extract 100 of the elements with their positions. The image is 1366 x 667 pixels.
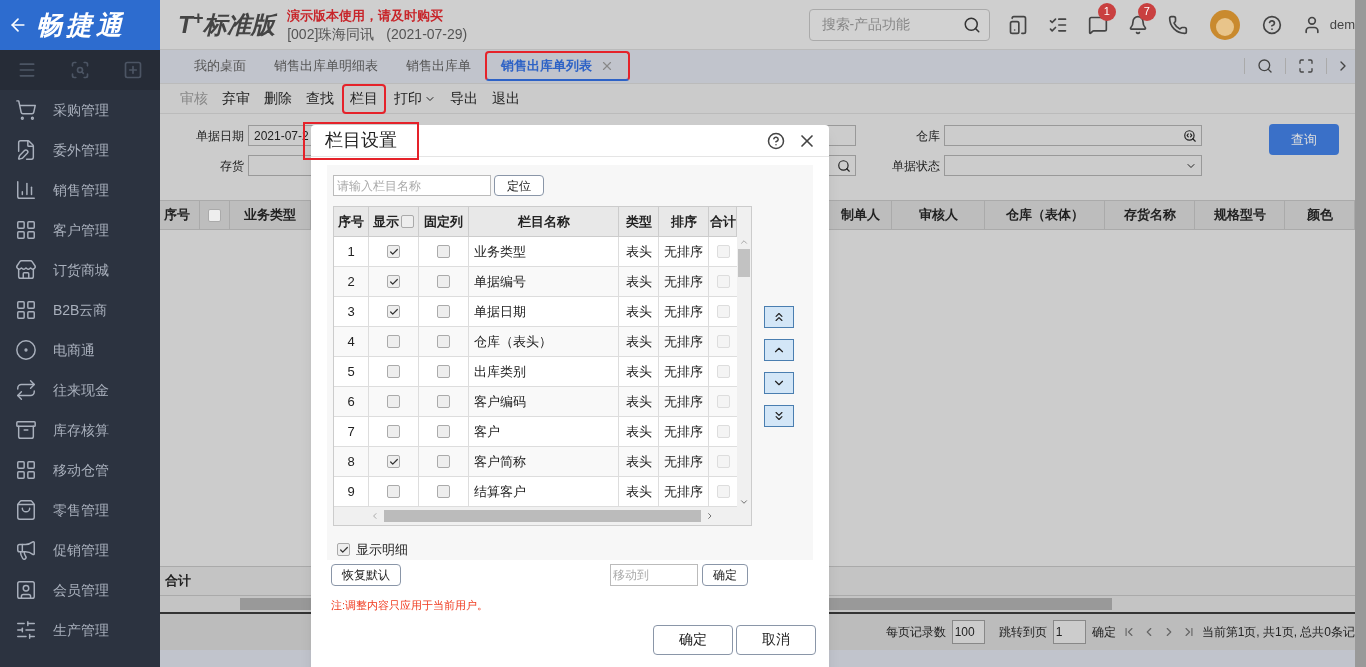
move-down-button[interactable]: [764, 371, 794, 394]
move-bottom-button[interactable]: [764, 404, 794, 427]
help-icon[interactable]: [1261, 14, 1282, 35]
column-header: 审核人: [892, 201, 985, 229]
checkbox[interactable]: [437, 245, 450, 258]
sidebar-item[interactable]: 电商通: [0, 330, 160, 370]
sidebar-item[interactable]: 委外管理: [0, 130, 160, 170]
ok-button[interactable]: 确定: [653, 624, 733, 655]
demo-notice[interactable]: 演示版本使用，请及时购买: [287, 6, 559, 25]
tab[interactable]: 销售出库单列表: [485, 51, 630, 81]
checkbox[interactable]: [437, 395, 450, 408]
status-select[interactable]: [944, 155, 1202, 176]
sidebar-item[interactable]: 订货商城: [0, 250, 160, 290]
fullscreen-icon[interactable]: [1298, 58, 1314, 74]
checkbox[interactable]: [387, 455, 400, 468]
scroll-left-icon[interactable]: [370, 511, 380, 521]
field-label: 单据日期: [195, 127, 245, 145]
field-label: 仓库: [915, 127, 941, 145]
total-label: 合计: [164, 572, 191, 591]
grid-icon: [15, 459, 37, 481]
column-header: 仓库（表体）: [985, 201, 1105, 229]
tablet-icon[interactable]: [1007, 14, 1028, 35]
checkbox[interactable]: [401, 215, 414, 228]
toolbar-button[interactable]: 栏目: [342, 83, 386, 114]
checkbox[interactable]: [337, 543, 350, 557]
sidebar-item[interactable]: 客户管理: [0, 210, 160, 250]
move-up-button[interactable]: [764, 338, 794, 361]
scrollbar[interactable]: [1355, 0, 1366, 667]
scroll-down-icon[interactable]: [739, 497, 749, 507]
member-icon: [15, 579, 37, 601]
scroll-up-icon[interactable]: [739, 237, 749, 247]
restore-default-button[interactable]: 恢复默认: [331, 564, 401, 586]
checkbox[interactable]: [437, 455, 450, 468]
checkbox[interactable]: [387, 275, 400, 288]
checkbox[interactable]: [437, 365, 450, 378]
sidebar-item[interactable]: 生产管理: [0, 610, 160, 650]
field-label: 存货: [219, 157, 245, 175]
checkbox[interactable]: [437, 305, 450, 318]
jump-label: 跳转到页: [998, 624, 1047, 641]
toolbar-button[interactable]: 打印: [388, 83, 442, 114]
cancel-button[interactable]: 取消: [736, 624, 816, 655]
locate-button[interactable]: 定位: [494, 175, 544, 196]
sidebar-item[interactable]: 采购管理: [0, 90, 160, 130]
checkbox[interactable]: [437, 425, 450, 438]
checkbox[interactable]: [387, 485, 400, 498]
search-icon[interactable]: [1257, 58, 1273, 74]
checkbox[interactable]: [437, 275, 450, 288]
product-title: T$^{+}$标准版: [178, 6, 276, 40]
sidebar-item[interactable]: 销售管理: [0, 170, 160, 210]
grid-icon: [15, 219, 37, 241]
user-name[interactable]: dem: [1329, 14, 1355, 35]
checkbox[interactable]: [387, 395, 400, 408]
add-icon[interactable]: [123, 60, 144, 80]
toolbar-button[interactable]: 弃审: [216, 83, 256, 114]
toolbar-button[interactable]: 删除: [258, 83, 298, 114]
sidebar-item[interactable]: 促销管理: [0, 530, 160, 570]
account-date: (2021-07-29): [386, 24, 468, 43]
sidebar-item[interactable]: 零售管理: [0, 490, 160, 530]
avatar-icon[interactable]: [1207, 7, 1242, 42]
note-text: 注:调整内容只应用于当前用户。: [331, 598, 489, 613]
company-name: [002]珠海同讯: [287, 24, 375, 43]
move-top-button[interactable]: [764, 305, 794, 328]
sidebar-item[interactable]: B2B云商: [0, 290, 160, 330]
sidebar-item[interactable]: 会员管理: [0, 570, 160, 610]
toolbar-button[interactable]: 导出: [444, 83, 484, 114]
page-size-field[interactable]: 100: [951, 620, 985, 644]
bell-icon[interactable]: [1127, 14, 1148, 35]
archive-icon: [15, 419, 37, 441]
help-icon[interactable]: [767, 131, 785, 150]
scrollbar[interactable]: [383, 510, 702, 522]
checkbox[interactable]: [437, 335, 450, 348]
sidebar-item[interactable]: 往来现金: [0, 370, 160, 410]
phone-icon[interactable]: [1167, 14, 1188, 35]
query-button[interactable]: 查询: [1269, 124, 1339, 155]
tab[interactable]: 销售出库单: [392, 51, 485, 81]
file-edit-icon: [15, 139, 37, 161]
search-icon[interactable]: [962, 15, 981, 34]
tab[interactable]: 我的桌面: [180, 51, 260, 81]
jump-confirm-link[interactable]: 确定: [1091, 623, 1116, 641]
sidebar-item[interactable]: 移动仓管: [0, 450, 160, 490]
tab[interactable]: 销售出库单明细表: [260, 51, 392, 81]
bag-icon: [15, 499, 37, 521]
scrollbar[interactable]: [738, 249, 750, 277]
lookup-icon[interactable]: [1183, 128, 1197, 143]
checkbox-label: 显示明细: [356, 541, 408, 559]
sidebar-item[interactable]: 库存核算: [0, 410, 160, 450]
warehouse-field[interactable]: [944, 125, 1202, 146]
checkbox[interactable]: [387, 335, 400, 348]
checkbox[interactable]: [387, 245, 400, 258]
checkbox[interactable]: [387, 425, 400, 438]
toolbar-button[interactable]: 查找: [300, 83, 340, 114]
toolbar-button[interactable]: 退出: [486, 83, 526, 114]
message-icon[interactable]: [1087, 14, 1108, 35]
checkbox[interactable]: [387, 305, 400, 318]
checkbox[interactable]: [387, 365, 400, 378]
page-field[interactable]: 1: [1052, 620, 1086, 644]
checkbox[interactable]: [437, 485, 450, 498]
search-icon[interactable]: [837, 158, 851, 173]
move-confirm-button[interactable]: 确定: [702, 564, 748, 586]
checkbox[interactable]: [208, 208, 221, 222]
